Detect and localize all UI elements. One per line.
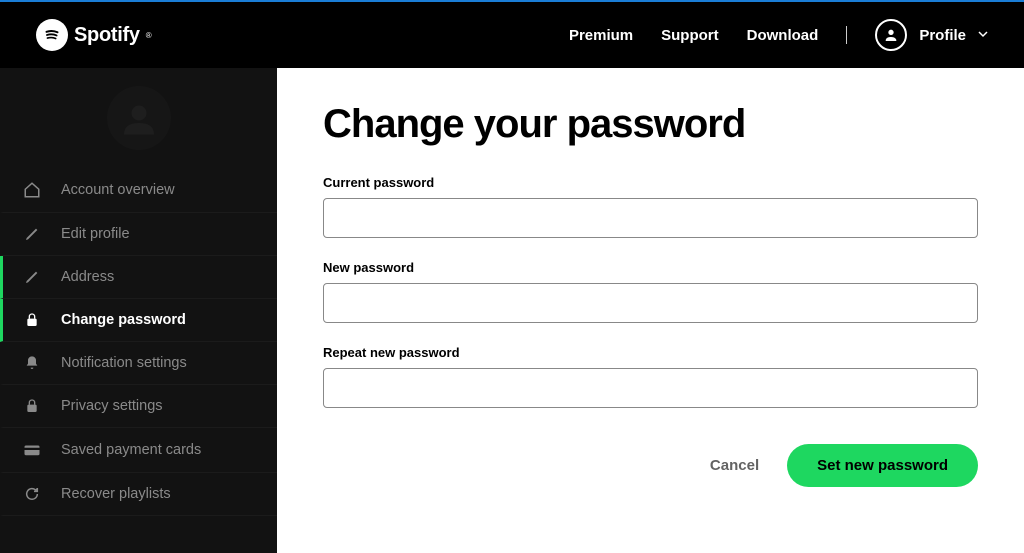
pencil-icon xyxy=(23,269,41,285)
repeat-password-input[interactable] xyxy=(323,368,978,408)
sidebar-item-label: Account overview xyxy=(61,182,175,198)
navbar: Spotify ® Premium Support Download Profi… xyxy=(0,2,1024,68)
set-new-password-button[interactable]: Set new password xyxy=(787,444,978,487)
content: Account overview Edit profile Address Ch… xyxy=(0,68,1024,553)
page-title: Change your password xyxy=(323,102,978,147)
brand-name: Spotify xyxy=(74,24,140,47)
sidebar-item-label: Recover playlists xyxy=(61,486,171,502)
refresh-icon xyxy=(23,486,41,502)
logo[interactable]: Spotify ® xyxy=(36,19,152,51)
new-password-input[interactable] xyxy=(323,283,978,323)
repeat-password-label: Repeat new password xyxy=(323,345,978,360)
spotify-logo-icon xyxy=(36,19,68,51)
sidebar-item-label: Saved payment cards xyxy=(61,442,201,458)
main-panel: Change your password Current password Ne… xyxy=(277,68,1024,553)
field-repeat-password: Repeat new password xyxy=(323,345,978,408)
sidebar-item-recover-playlists[interactable]: Recover playlists xyxy=(0,473,277,516)
lock-icon xyxy=(23,312,41,328)
current-password-input[interactable] xyxy=(323,198,978,238)
field-new-password: New password xyxy=(323,260,978,323)
sidebar-item-saved-payment-cards[interactable]: Saved payment cards xyxy=(0,428,277,473)
profile-label: Profile xyxy=(919,27,966,44)
field-current-password: Current password xyxy=(323,175,978,238)
sidebar-item-label: Change password xyxy=(61,312,186,328)
user-avatar-placeholder-icon xyxy=(107,86,171,150)
nav-right: Premium Support Download Profile xyxy=(569,19,988,51)
nav-premium[interactable]: Premium xyxy=(569,27,633,44)
sidebar-item-label: Address xyxy=(61,269,114,285)
current-password-label: Current password xyxy=(323,175,978,190)
card-icon xyxy=(23,441,41,459)
sidebar-avatar-area xyxy=(0,68,277,168)
profile-menu[interactable]: Profile xyxy=(875,19,988,51)
home-icon xyxy=(23,181,41,199)
nav-divider xyxy=(846,26,847,44)
new-password-label: New password xyxy=(323,260,978,275)
sidebar: Account overview Edit profile Address Ch… xyxy=(0,68,277,553)
sidebar-item-privacy-settings[interactable]: Privacy settings xyxy=(0,385,277,428)
sidebar-item-label: Edit profile xyxy=(61,226,130,242)
chevron-down-icon xyxy=(978,29,988,42)
bell-icon xyxy=(23,355,41,371)
sidebar-item-edit-profile[interactable]: Edit profile xyxy=(0,213,277,256)
sidebar-item-change-password[interactable]: Change password xyxy=(0,299,277,342)
sidebar-item-address[interactable]: Address xyxy=(0,256,277,299)
cancel-button[interactable]: Cancel xyxy=(710,457,759,474)
sidebar-item-label: Notification settings xyxy=(61,355,187,371)
avatar-icon xyxy=(875,19,907,51)
sidebar-items: Account overview Edit profile Address Ch… xyxy=(0,168,277,516)
sidebar-item-label: Privacy settings xyxy=(61,398,163,414)
registered-mark: ® xyxy=(146,31,152,40)
sidebar-item-notification-settings[interactable]: Notification settings xyxy=(0,342,277,385)
form-actions: Cancel Set new password xyxy=(323,444,978,487)
nav-download[interactable]: Download xyxy=(747,27,819,44)
nav-support[interactable]: Support xyxy=(661,27,719,44)
sidebar-item-account-overview[interactable]: Account overview xyxy=(0,168,277,213)
lock-icon xyxy=(23,398,41,414)
pencil-icon xyxy=(23,226,41,242)
